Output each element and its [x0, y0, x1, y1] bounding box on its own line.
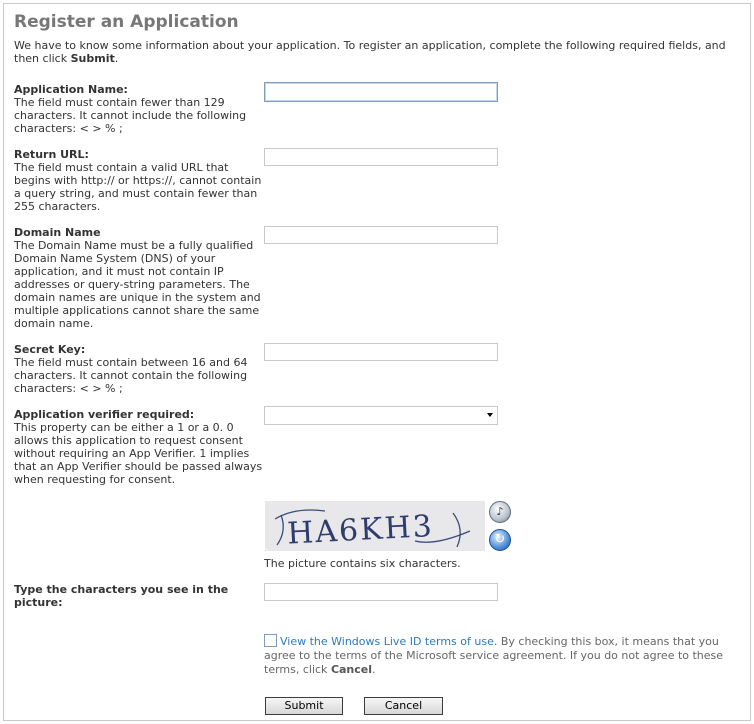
- speaker-icon[interactable]: ♪: [489, 501, 511, 523]
- captcha-text: HA6KH3: [286, 509, 434, 551]
- app-name-label: Application Name:: [14, 83, 128, 96]
- domain-name-input[interactable]: [264, 226, 498, 244]
- secret-key-label-block: Secret Key: The field must contain betwe…: [14, 343, 264, 395]
- secret-key-help: The field must contain between 16 and 64…: [14, 356, 248, 395]
- secret-key-input[interactable]: [264, 343, 498, 361]
- return-url-label: Return URL:: [14, 148, 89, 161]
- verifier-label: Application verifier required:: [14, 408, 195, 421]
- cancel-button[interactable]: Cancel: [364, 697, 443, 715]
- terms-block: View the Windows Live ID terms of use. B…: [264, 634, 724, 676]
- return-url-label-block: Return URL: The field must contain a val…: [14, 148, 264, 213]
- refresh-icon[interactable]: ↻: [489, 529, 511, 551]
- secret-key-label: Secret Key:: [14, 343, 86, 356]
- terms-checkbox[interactable]: [264, 634, 277, 647]
- captcha-input[interactable]: [264, 583, 498, 601]
- app-name-label-block: Application Name: The field must contain…: [14, 83, 264, 135]
- app-name-input[interactable]: [264, 82, 498, 102]
- domain-name-label-block: Domain Name The Domain Name must be a fu…: [14, 226, 264, 330]
- captcha-label-block: Type the characters you see in the pictu…: [14, 583, 254, 609]
- page-title: Register an Application: [14, 12, 239, 32]
- chevron-down-icon[interactable]: [487, 413, 493, 417]
- verifier-help: This property can be either a 1 or a 0. …: [14, 421, 263, 486]
- app-name-help: The field must contain fewer than 129 ch…: [14, 96, 247, 135]
- submit-button[interactable]: Submit: [265, 697, 343, 715]
- verifier-label-block: Application verifier required: This prop…: [14, 408, 264, 486]
- intro-text: We have to know some information about y…: [14, 39, 726, 65]
- terms-link[interactable]: View the Windows Live ID terms of use.: [280, 635, 497, 648]
- captcha-image: HA6KH3: [265, 501, 485, 551]
- verifier-select[interactable]: [264, 406, 498, 425]
- domain-name-label: Domain Name: [14, 226, 101, 239]
- return-url-input[interactable]: [264, 148, 498, 166]
- captcha-label: Type the characters you see in the pictu…: [14, 583, 229, 609]
- domain-name-help: The Domain Name must be a fully qualifie…: [14, 239, 261, 330]
- captcha-note: The picture contains six characters.: [264, 557, 461, 570]
- return-url-help: The field must contain a valid URL that …: [14, 161, 262, 213]
